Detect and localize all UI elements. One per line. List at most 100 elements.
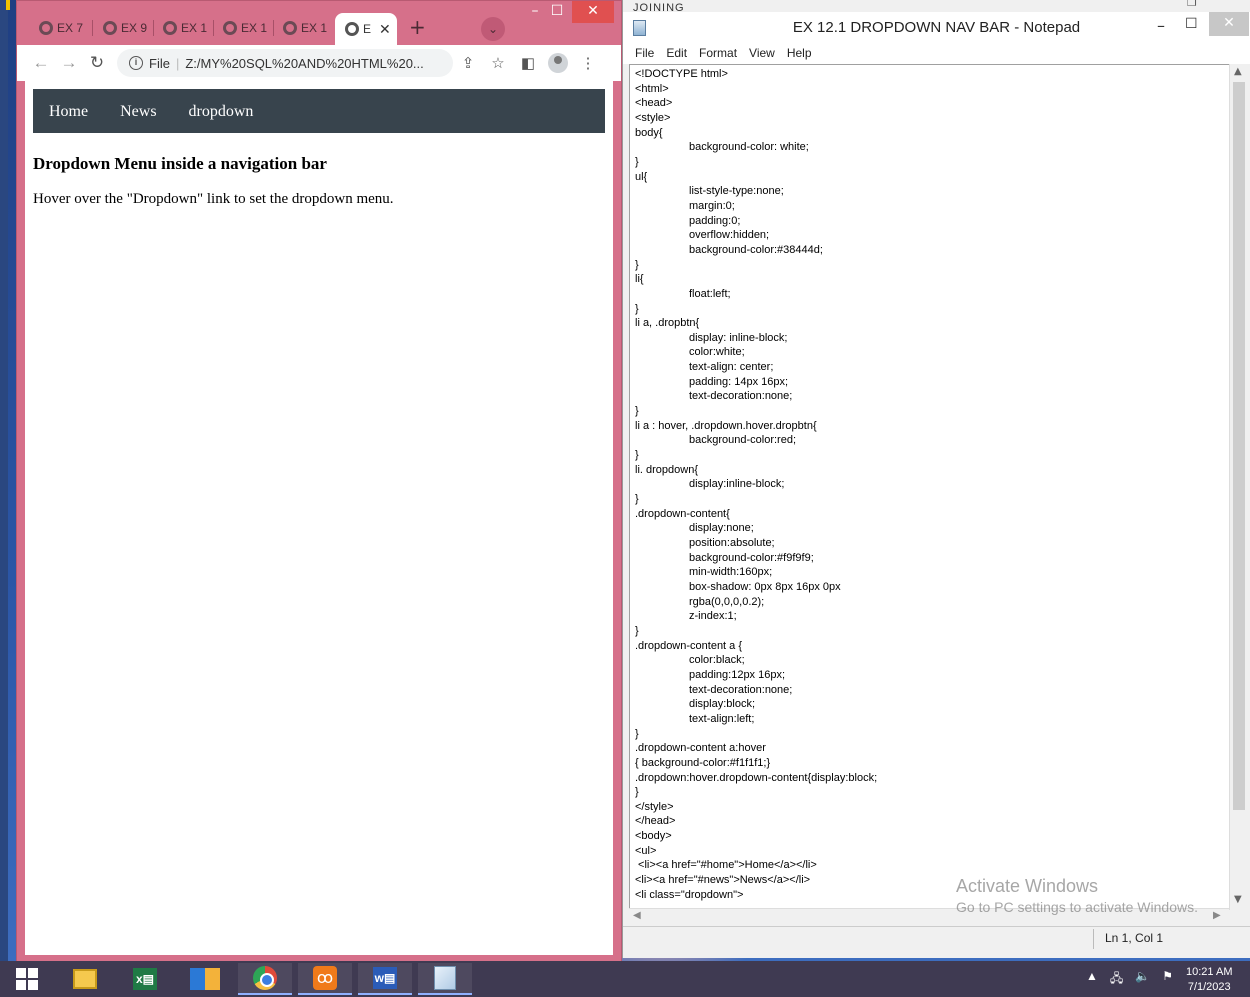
new-tab-button[interactable]: + (409, 15, 426, 39)
tab-label: EX 7 (57, 21, 84, 35)
page-paragraph: Hover over the "Dropdown" link to set th… (33, 191, 394, 207)
taskbar-word[interactable]: w▤ (358, 963, 412, 995)
volume-muted-icon[interactable]: 🔈 (1135, 969, 1150, 990)
maximize-button[interactable]: ☐ (1185, 16, 1198, 32)
code-line: box-shadow: 0px 8px 16px 0px (635, 580, 841, 593)
scroll-down-icon[interactable]: ▼ (1234, 894, 1242, 905)
scroll-right-icon[interactable]: ▶ (1213, 910, 1221, 921)
code-line: } (635, 786, 639, 799)
menu-edit[interactable]: Edit (666, 44, 687, 64)
status-divider (1093, 929, 1094, 949)
folder-icon (73, 969, 97, 989)
code-line: } (635, 493, 639, 506)
clock-date: 7/1/2023 (1187, 981, 1231, 993)
code-line: { background-color:#f1f1f1;} (635, 756, 771, 769)
code-line: } (635, 155, 639, 168)
word-icon: w▤ (373, 967, 397, 989)
active-tab[interactable]: E ✕ (335, 13, 397, 45)
code-line: position:absolute; (635, 537, 775, 549)
address-scheme: File (149, 55, 170, 71)
code-line: } (635, 449, 639, 462)
code-line: color:white; (635, 346, 745, 359)
close-button[interactable]: ✕ (1209, 12, 1249, 36)
menu-file[interactable]: File (635, 44, 654, 64)
code-line: } (635, 302, 639, 315)
forward-button[interactable]: → (55, 53, 83, 73)
globe-icon (163, 21, 177, 35)
code-line: text-align:left; (635, 712, 755, 725)
tab-label: EX 1 (301, 21, 328, 35)
code-line: background-color:#38444d; (635, 243, 823, 256)
taskbar-notepad[interactable] (418, 963, 472, 995)
scroll-left-icon[interactable]: ◀ (633, 910, 641, 921)
menu-help[interactable]: Help (787, 44, 812, 64)
activate-windows-watermark: Activate Windows Go to PC settings to ac… (956, 876, 1198, 915)
minimize-button[interactable]: – (525, 1, 545, 23)
tray-expand-icon[interactable]: ▲ (1086, 969, 1098, 990)
browser-tab[interactable]: EX 1 (153, 14, 207, 42)
taskbar-app[interactable] (178, 963, 232, 995)
code-line: </head> (635, 815, 676, 828)
network-icon[interactable]: 🖧 (1110, 969, 1123, 990)
vertical-scrollbar[interactable]: ▲ ▼ (1229, 64, 1247, 910)
nav-link-dropdown[interactable]: dropdown (173, 89, 270, 133)
taskbar-xampp[interactable]: ꝏ (298, 963, 352, 995)
excel-icon: x▤ (133, 968, 157, 990)
browser-tab[interactable]: EX 1 (213, 14, 267, 42)
browser-tab[interactable]: EX 7 (29, 14, 83, 42)
nav-link-home[interactable]: Home (33, 89, 104, 133)
status-bar: Ln 1, Col 1 (623, 926, 1250, 950)
chrome-window: EX 7 EX 9 EX 1 EX 1 EX 1 E ✕ + ⌄ – ☐ ✕ ←… (16, 0, 622, 962)
nav-link-news[interactable]: News (104, 89, 172, 133)
code-line: li. dropdown{ (635, 463, 698, 476)
code-line: .dropdown-content a:hover (635, 742, 766, 755)
text-editor-area[interactable]: <!DOCTYPE html> <html> <head> <style> body{ … (629, 64, 1235, 910)
browser-tab[interactable]: EX 1 (273, 14, 327, 42)
code-line: list-style-type:none; (635, 185, 784, 198)
system-tray: ▲ 🖧 🔈 ⚑ (1086, 969, 1173, 990)
scrollbar-thumb[interactable] (1233, 82, 1245, 810)
menu-kebab-icon[interactable]: ⋮ (573, 54, 603, 72)
taskbar-chrome[interactable] (238, 963, 292, 995)
code-line: } (635, 624, 639, 637)
tab-label: EX 9 (121, 21, 148, 35)
taskbar-file-explorer[interactable] (58, 963, 112, 995)
reload-button[interactable]: ↻ (83, 53, 111, 73)
app-icon (190, 968, 220, 990)
code-line: rgba(0,0,0,0.2); (635, 595, 765, 608)
clock-time: 10:21 AM (1186, 966, 1233, 978)
minimize-button[interactable]: – (1157, 16, 1165, 35)
chrome-icon (253, 966, 277, 990)
action-center-flag-icon[interactable]: ⚑ (1162, 969, 1173, 990)
address-bar[interactable]: i File | Z:/MY%20SQL%20AND%20HTML%20... (117, 49, 453, 77)
scroll-up-icon[interactable]: ▲ (1234, 66, 1242, 77)
bookmark-star-icon[interactable]: ☆ (483, 54, 513, 72)
code-line: z-index:1; (635, 610, 737, 623)
menu-view[interactable]: View (749, 44, 775, 64)
watermark-subtitle: Go to PC settings to activate Windows. (956, 899, 1198, 915)
close-button[interactable]: ✕ (572, 1, 614, 23)
code-line: color:black; (635, 654, 745, 667)
info-icon[interactable]: i (129, 56, 143, 70)
close-tab-icon[interactable]: ✕ (379, 21, 391, 38)
menu-format[interactable]: Format (699, 44, 737, 64)
code-text: <!DOCTYPE html> <html> <head> <style> body{ … (635, 67, 1230, 902)
code-line: body{ (635, 126, 663, 139)
browser-tab[interactable]: EX 9 (93, 14, 147, 42)
code-line: background-color:#f9f9f9; (635, 551, 814, 564)
side-panel-icon[interactable]: ◧ (513, 54, 543, 72)
code-line: <!DOCTYPE html> (635, 68, 728, 80)
tab-search-button[interactable]: ⌄ (481, 17, 505, 41)
profile-avatar-icon[interactable] (548, 53, 568, 73)
code-line: float:left; (635, 287, 731, 300)
background-restore-icon: ❐ (1187, 0, 1197, 9)
maximize-button[interactable]: ☐ (547, 1, 567, 23)
demo-navigation-bar: Home News dropdown (33, 89, 605, 133)
code-line: background-color: white; (635, 141, 809, 154)
taskbar-clock[interactable]: 10:21 AM 7/1/2023 (1186, 965, 1232, 995)
back-button[interactable]: ← (27, 53, 55, 73)
taskbar-excel[interactable]: x▤ (118, 963, 172, 995)
cursor-position: Ln 1, Col 1 (1105, 931, 1164, 945)
start-button[interactable] (0, 963, 54, 995)
share-icon[interactable]: ⇪ (453, 54, 483, 72)
